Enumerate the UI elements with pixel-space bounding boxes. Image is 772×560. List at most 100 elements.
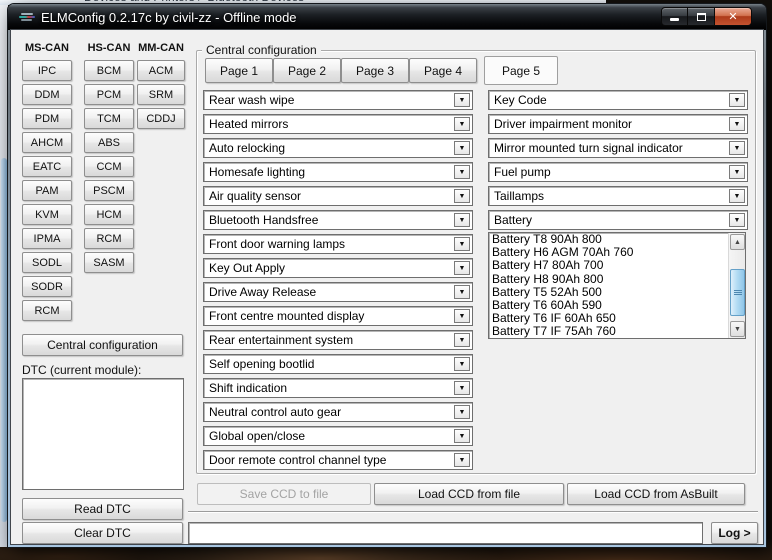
tab-page-2[interactable]: Page 2 — [273, 58, 341, 83]
tab-page-4[interactable]: Page 4 — [409, 58, 477, 83]
config-combobox[interactable]: Drive Away Release ▼ — [203, 282, 473, 302]
combobox-value: Front door warning lamps — [209, 237, 345, 251]
chevron-down-icon[interactable]: ▼ — [454, 381, 470, 395]
module-button[interactable]: ABS — [84, 132, 134, 153]
titlebar[interactable]: ELMConfig 0.2.17c by civil-zz - Offline … — [8, 4, 766, 30]
config-combobox[interactable]: Battery ▼ — [488, 210, 748, 230]
dtc-textarea[interactable] — [22, 378, 184, 490]
config-combobox[interactable]: Bluetooth Handsfree ▼ — [203, 210, 473, 230]
module-button[interactable]: RCM — [84, 228, 134, 249]
tab-page-1[interactable]: Page 1 — [205, 58, 273, 83]
chevron-down-icon[interactable]: ▼ — [454, 189, 470, 203]
load-ccd-from-asbuilt-button[interactable]: Load CCD from AsBuilt — [567, 483, 745, 505]
chevron-down-icon[interactable]: ▼ — [454, 333, 470, 347]
tab-page-5[interactable]: Page 5 — [484, 56, 558, 85]
chevron-down-icon[interactable]: ▼ — [454, 285, 470, 299]
close-button[interactable]: ✕ — [714, 7, 752, 26]
config-combobox[interactable]: Key Out Apply ▼ — [203, 258, 473, 278]
battery-list-item[interactable]: Battery H8 90Ah 800 — [489, 273, 745, 286]
clear-dtc-button[interactable]: Clear DTC — [22, 522, 183, 544]
module-button[interactable]: ACM — [137, 60, 185, 81]
scroll-down-icon[interactable]: ▼ — [730, 321, 745, 337]
load-ccd-from-file-button[interactable]: Load CCD from file — [374, 483, 564, 505]
config-combobox[interactable]: Neutral control auto gear ▼ — [203, 402, 473, 422]
chevron-down-icon[interactable]: ▼ — [454, 453, 470, 467]
config-combobox[interactable]: Driver impairment monitor ▼ — [488, 114, 748, 134]
background-scrollbar-sliver — [1, 158, 7, 522]
module-button[interactable]: PDM — [22, 108, 72, 129]
bus-header-hs-can: HS-CAN — [84, 42, 134, 54]
chevron-down-icon[interactable]: ▼ — [729, 189, 745, 203]
config-combobox[interactable]: Front door warning lamps ▼ — [203, 234, 473, 254]
module-button[interactable]: BCM — [84, 60, 134, 81]
config-combobox[interactable]: Global open/close ▼ — [203, 426, 473, 446]
statusbar-divider — [188, 511, 758, 513]
config-combobox[interactable]: Key Code ▼ — [488, 90, 748, 110]
config-combobox[interactable]: Air quality sensor ▼ — [203, 186, 473, 206]
config-combobox[interactable]: Shift indication ▼ — [203, 378, 473, 398]
config-combobox[interactable]: Homesafe lighting ▼ — [203, 162, 473, 182]
chevron-down-icon[interactable]: ▼ — [454, 237, 470, 251]
tab-page-3[interactable]: Page 3 — [341, 58, 409, 83]
module-button[interactable]: CCM — [84, 156, 134, 177]
config-combobox[interactable]: Self opening bootlid ▼ — [203, 354, 473, 374]
chevron-down-icon[interactable]: ▼ — [454, 141, 470, 155]
module-button[interactable]: PCM — [84, 84, 134, 105]
chevron-down-icon[interactable]: ▼ — [729, 213, 745, 227]
chevron-down-icon[interactable]: ▼ — [729, 93, 745, 107]
read-dtc-button[interactable]: Read DTC — [22, 498, 183, 520]
scrollbar-thumb[interactable] — [730, 269, 745, 316]
list-scrollbar[interactable]: ▲ ▼ — [728, 233, 745, 338]
battery-list-item[interactable]: Battery H7 80Ah 700 — [489, 259, 745, 272]
chevron-down-icon[interactable]: ▼ — [729, 141, 745, 155]
chevron-down-icon[interactable]: ▼ — [454, 93, 470, 107]
config-combobox[interactable]: Door remote control channel type ▼ — [203, 450, 473, 470]
chevron-down-icon[interactable]: ▼ — [454, 429, 470, 443]
module-button[interactable]: DDM — [22, 84, 72, 105]
chevron-down-icon[interactable]: ▼ — [454, 213, 470, 227]
config-combobox[interactable]: Front centre mounted display ▼ — [203, 306, 473, 326]
chevron-down-icon[interactable]: ▼ — [729, 117, 745, 131]
combobox-value: Neutral control auto gear — [209, 405, 341, 419]
module-button[interactable]: SRM — [137, 84, 185, 105]
minimize-button[interactable] — [661, 7, 688, 26]
combobox-value: Fuel pump — [494, 165, 551, 179]
chevron-down-icon[interactable]: ▼ — [454, 357, 470, 371]
config-combobox[interactable]: Rear wash wipe ▼ — [203, 90, 473, 110]
maximize-button[interactable] — [688, 7, 714, 26]
chevron-down-icon[interactable]: ▼ — [454, 165, 470, 179]
module-button[interactable]: AHCM — [22, 132, 72, 153]
module-button[interactable]: PSCM — [84, 180, 134, 201]
chevron-down-icon[interactable]: ▼ — [729, 165, 745, 179]
config-combobox[interactable]: Rear entertainment system ▼ — [203, 330, 473, 350]
module-button[interactable]: SASM — [84, 252, 134, 273]
config-combobox[interactable]: Mirror mounted turn signal indicator ▼ — [488, 138, 748, 158]
combobox-value: Rear wash wipe — [209, 93, 294, 107]
module-button[interactable]: KVM — [22, 204, 72, 225]
chevron-down-icon[interactable]: ▼ — [454, 309, 470, 323]
module-column-mm-can: ACM SRM CDDJ — [137, 60, 185, 132]
battery-list-item[interactable]: Battery T7 IF 75Ah 760 — [489, 325, 745, 338]
module-button[interactable]: RCM — [22, 300, 72, 321]
module-button[interactable]: IPMA — [22, 228, 72, 249]
module-button[interactable]: SODR — [22, 276, 72, 297]
module-button[interactable]: CDDJ — [137, 108, 185, 129]
chevron-down-icon[interactable]: ▼ — [454, 405, 470, 419]
module-column-hs-can: BCM PCM TCM ABS CCM PSCM HCM RCM SASM — [84, 60, 134, 276]
config-combobox[interactable]: Fuel pump ▼ — [488, 162, 748, 182]
log-toggle-button[interactable]: Log > — [711, 522, 758, 544]
central-configuration-button[interactable]: Central configuration — [22, 334, 183, 356]
module-button[interactable]: TCM — [84, 108, 134, 129]
config-combobox[interactable]: Taillamps ▼ — [488, 186, 748, 206]
module-button[interactable]: IPC — [22, 60, 72, 81]
chevron-down-icon[interactable]: ▼ — [454, 117, 470, 131]
module-button[interactable]: EATC — [22, 156, 72, 177]
scroll-up-icon[interactable]: ▲ — [730, 234, 745, 250]
module-button[interactable]: PAM — [22, 180, 72, 201]
module-button[interactable]: HCM — [84, 204, 134, 225]
save-ccd-button[interactable]: Save CCD to file — [197, 483, 371, 505]
module-button[interactable]: SODL — [22, 252, 72, 273]
config-combobox[interactable]: Auto relocking ▼ — [203, 138, 473, 158]
chevron-down-icon[interactable]: ▼ — [454, 261, 470, 275]
config-combobox[interactable]: Heated mirrors ▼ — [203, 114, 473, 134]
